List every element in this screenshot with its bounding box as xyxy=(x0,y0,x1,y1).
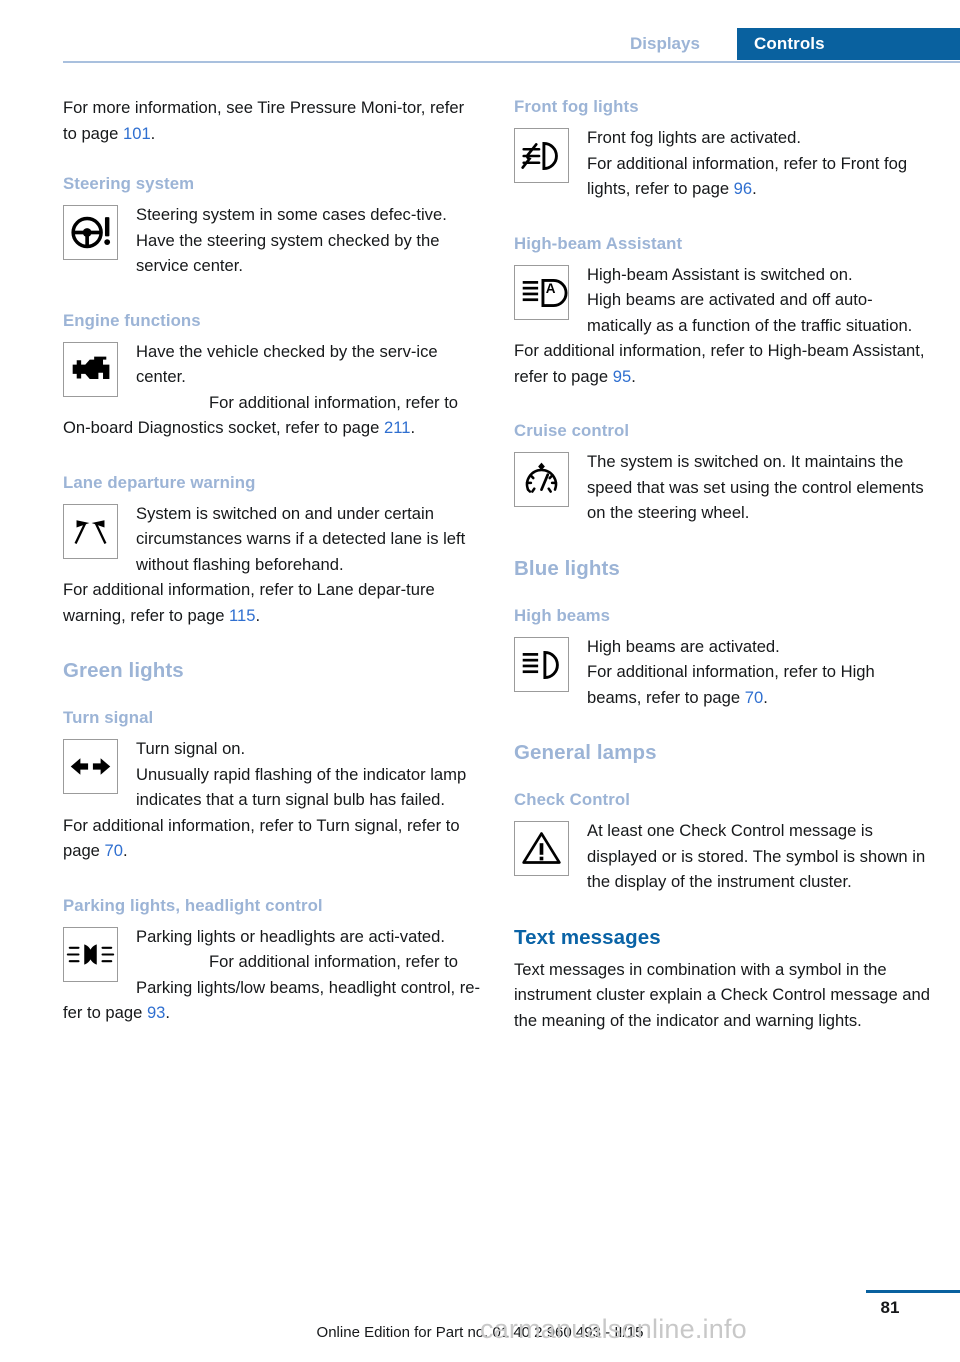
front-fog-light-icon xyxy=(514,128,569,183)
heading-cruise-control: Cruise control xyxy=(514,421,630,440)
heading-high-beams: High beams xyxy=(514,605,611,625)
fog-text-2b: . xyxy=(752,179,757,198)
parking-text-2b: . xyxy=(165,1003,171,1022)
warning-triangle-icon xyxy=(514,821,569,876)
lane-text-2b: . xyxy=(255,605,261,625)
header-divider xyxy=(63,61,960,63)
heading-general-lamps: General lamps xyxy=(514,741,657,764)
entry-lane-departure: System is switched on and under certain … xyxy=(63,501,481,629)
heading-turn-signal: Turn signal xyxy=(63,708,154,727)
heading-check-control: Check Control xyxy=(514,790,630,809)
intro-paragraph: For more information, see Tire Pressure … xyxy=(63,95,481,146)
tab-displays[interactable]: Displays xyxy=(630,28,700,60)
lane-text-1: System is switched on and under certain … xyxy=(136,503,466,574)
page-header: Displays Controls xyxy=(0,0,960,70)
entry-engine-functions: Have the vehicle checked by the serv-ice… xyxy=(63,339,481,441)
page-number: 81 xyxy=(880,1298,900,1317)
page-ref-93[interactable]: 93 xyxy=(147,1003,165,1022)
parking-lights-icon xyxy=(63,926,118,982)
site-watermark: carmanualsonline.info xyxy=(480,1314,747,1344)
high-beam-icon xyxy=(514,636,569,692)
engine-text-2: For additional information, refer to On-… xyxy=(63,390,481,441)
heading-front-fog-lights: Front fog lights xyxy=(514,97,639,116)
hba-text-3b: . xyxy=(631,366,636,386)
left-column: For more information, see Tire Pressure … xyxy=(63,95,481,1026)
entry-high-beam-assistant: A High-beam Assistant is switched on. Hi… xyxy=(514,262,932,390)
page-ref-115[interactable]: 115 xyxy=(229,606,255,625)
turn-signal-arrows-icon xyxy=(63,739,118,794)
page-ref-70-right[interactable]: 70 xyxy=(745,688,763,707)
page-ref-95[interactable]: 95 xyxy=(613,367,631,386)
high-beams-text-2b: . xyxy=(763,687,768,707)
heading-high-beam-assistant: High-beam Assistant xyxy=(514,233,683,253)
lane-text-2: For additional information, refer to Lan… xyxy=(63,577,481,628)
fog-text-2: For additional information, refer to Fro… xyxy=(514,151,932,202)
parking-text-2a: For additional information, refer to Par… xyxy=(63,952,481,1022)
page-ref-211[interactable]: 211 xyxy=(384,418,410,437)
check-control-text-1: At least one Check Control message is di… xyxy=(587,821,926,891)
hba-text-3a: For additional information, refer to Hig… xyxy=(514,341,925,386)
hba-text-1: High-beam Assistant is switched on. xyxy=(587,264,853,284)
high-beams-text-2a: For additional information, refer to Hig… xyxy=(587,662,875,707)
hba-text-3: For additional information, refer to Hig… xyxy=(514,338,932,389)
hba-text-2: High beams are activated and off auto-ma… xyxy=(587,290,913,335)
steering-text-1: Steering system in some cases defec-tive… xyxy=(136,205,447,224)
tab-controls-label: Controls xyxy=(754,34,825,53)
entry-parking-lights: Parking lights or headlights are acti-va… xyxy=(63,924,481,1026)
heading-engine-functions: Engine functions xyxy=(63,310,201,330)
high-beams-text-2: For additional information, refer to Hig… xyxy=(514,659,932,710)
footer-divider xyxy=(866,1290,960,1293)
high-beam-assistant-icon: A xyxy=(514,264,569,320)
turn-signal-text-1: Turn signal on. xyxy=(136,739,246,758)
entry-front-fog-lights: Front fog lights are activated. For addi… xyxy=(514,125,932,202)
engine-text-2b: . xyxy=(410,418,416,437)
lane-departure-icon xyxy=(63,503,118,559)
fog-text-1: Front fog lights are activated. xyxy=(587,128,801,147)
heading-lane-departure-warning: Lane departure warning xyxy=(63,472,256,492)
heading-blue-lights: Blue lights xyxy=(514,556,620,580)
heading-green-lights: Green lights xyxy=(63,659,184,682)
parking-text-1: Parking lights or headlights are acti-va… xyxy=(136,926,445,946)
heading-steering-system: Steering system xyxy=(63,174,195,193)
high-beams-text-1: High beams are activated. xyxy=(587,636,780,656)
intro-text-end: . xyxy=(150,123,156,143)
turn-signal-text-2: Unusually rapid flashing of the indicato… xyxy=(136,764,467,810)
manual-page: Displays Controls For more information, … xyxy=(0,0,960,1362)
page-ref-101[interactable]: 101 xyxy=(123,124,151,143)
tab-displays-label: Displays xyxy=(630,34,700,53)
entry-turn-signal: Turn signal on. Unusually rapid flashing… xyxy=(63,736,481,864)
heading-parking-lights: Parking lights, headlight control xyxy=(63,895,323,915)
heading-text-messages: Text messages xyxy=(514,925,661,949)
steering-text-2: Have the steering system checked by the … xyxy=(136,230,440,276)
turn-signal-text-3b: . xyxy=(123,841,128,860)
text-messages-body: Text messages in combination with a symb… xyxy=(514,959,930,1030)
entry-steering-system: Steering system in some cases defec-tive… xyxy=(63,202,481,279)
page-ref-96[interactable]: 96 xyxy=(734,179,752,198)
cruise-control-gauge-icon xyxy=(514,452,569,507)
parking-text-2: For additional information, refer to Par… xyxy=(63,949,481,1026)
engine-text-1: Have the vehicle checked by the serv-ice… xyxy=(136,341,438,387)
cruise-text-1: The system is switched on. It maintains … xyxy=(587,452,924,522)
check-engine-icon xyxy=(63,341,118,397)
right-column: Front fog lights Front fog lights are ac… xyxy=(514,95,932,1033)
entry-check-control: At least one Check Control message is di… xyxy=(514,818,932,895)
page-ref-70-left[interactable]: 70 xyxy=(105,841,123,860)
turn-signal-text-3: For additional information, refer to Tur… xyxy=(63,813,481,864)
tab-controls[interactable]: Controls xyxy=(737,28,960,60)
entry-high-beams: High beams are activated. For additional… xyxy=(514,634,932,711)
entry-cruise-control: The system is switched on. It maintains … xyxy=(514,449,932,526)
svg-text:A: A xyxy=(546,280,556,295)
steering-wheel-warning-icon xyxy=(63,205,118,260)
